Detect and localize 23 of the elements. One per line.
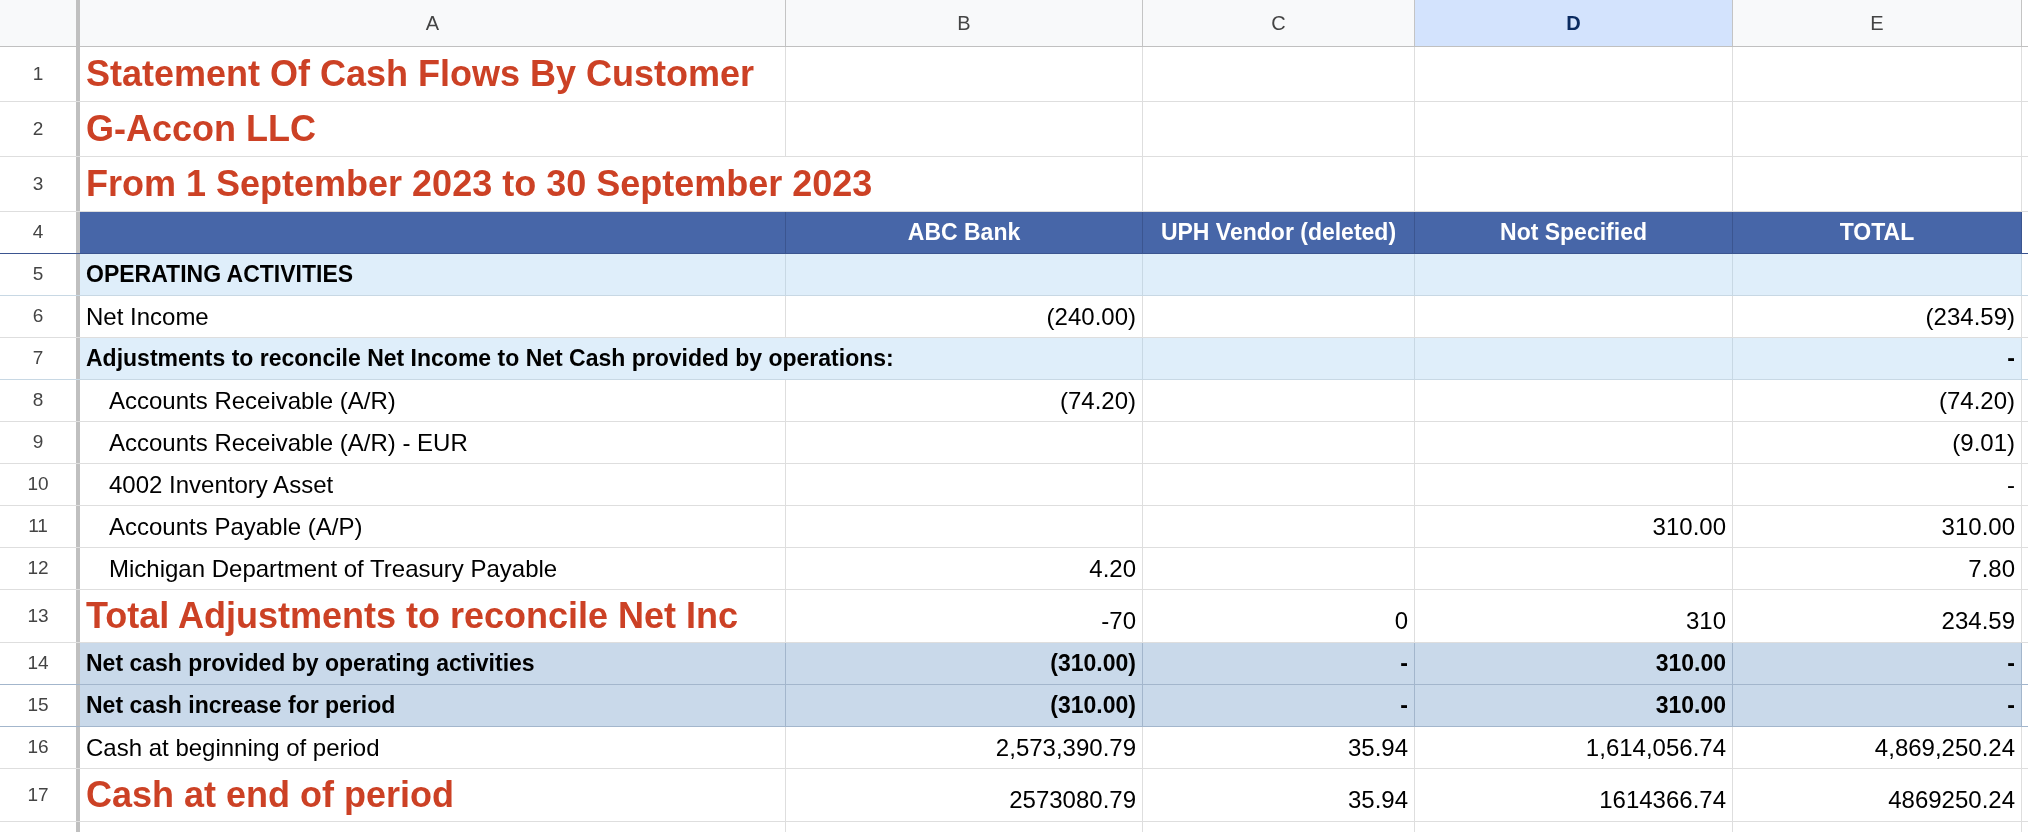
table-cell: (310.00) [786,643,1143,684]
column-header[interactable]: E [1733,0,2022,46]
table-cell: - [1733,338,2022,379]
column-header[interactable]: A [80,0,786,46]
row-label: Net cash provided by operating activities [80,643,786,684]
column-title: Not Specified [1415,212,1733,253]
row-label: Net cash increase for period [80,685,786,726]
row-label: Adjustments to reconcile Net Income to Net Cash provided by operations: [80,338,1143,379]
table-cell: - [1733,685,2022,726]
table-cell: - [1143,643,1415,684]
table-cell: - [1733,643,2022,684]
column-title: ABC Bank [786,212,1143,253]
column-header[interactable]: C [1143,0,1415,46]
column-title: UPH Vendor (deleted) [1143,212,1415,253]
table-cell: 310.00 [1415,643,1733,684]
row-label: OPERATING ACTIVITIES [80,254,786,295]
table-cell: - [1143,685,1415,726]
table-cell: (310.00) [786,685,1143,726]
column-header[interactable]: B [786,0,1143,46]
table-cell: 310.00 [1415,685,1733,726]
column-header[interactable]: D [1415,0,1733,46]
select-all-corner[interactable] [0,0,80,46]
column-title: TOTAL [1733,212,2022,253]
